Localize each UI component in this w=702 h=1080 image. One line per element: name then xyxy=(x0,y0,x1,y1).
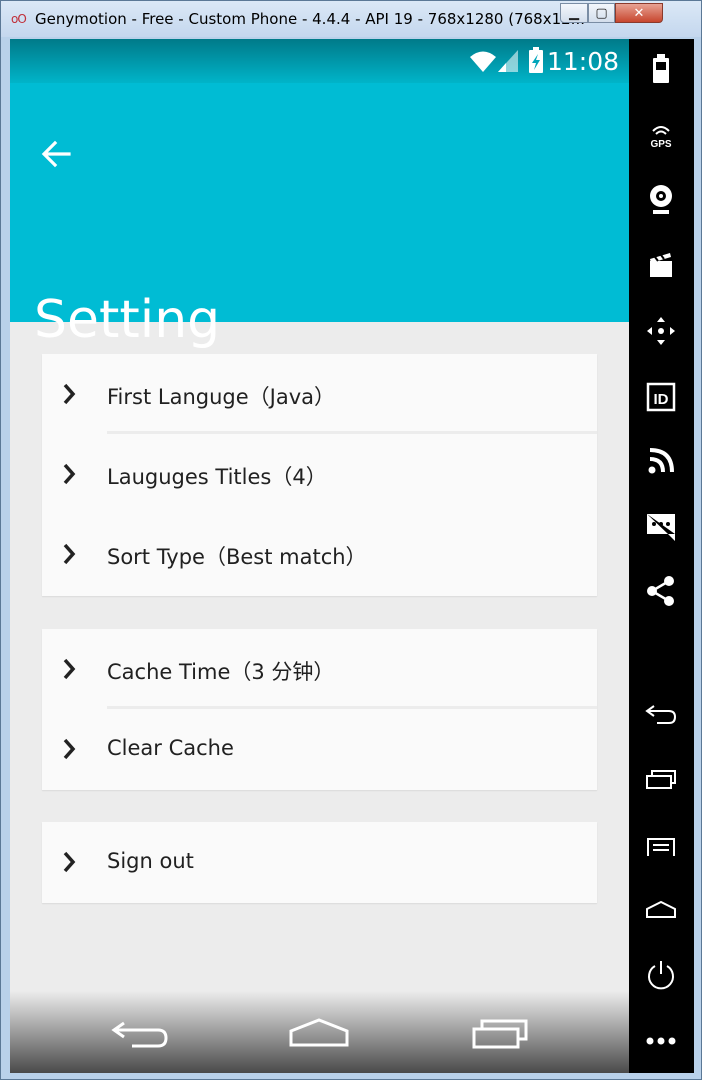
recent-apps-icon[interactable] xyxy=(470,1017,532,1051)
chevron-right-icon xyxy=(63,383,76,405)
chevron-right-icon xyxy=(63,543,76,565)
chevron-right-icon xyxy=(63,851,76,873)
chevron-right-icon xyxy=(63,738,76,760)
power-icon xyxy=(648,961,674,990)
network-tool[interactable] xyxy=(641,443,681,479)
setting-label: Sign out xyxy=(107,849,194,873)
page-title: Setting xyxy=(34,290,221,350)
menu-tool[interactable] xyxy=(641,829,681,865)
close-icon: ✕ xyxy=(633,5,645,21)
back-icon[interactable] xyxy=(110,1017,170,1051)
settings-group-cache: Cache Time（3 分钟） Clear Cache xyxy=(42,629,597,790)
wifi-icon xyxy=(470,51,496,72)
genymotion-logo-icon: oO xyxy=(11,12,27,26)
sms-icon xyxy=(647,514,675,541)
emulator-window: oO Genymotion - Free - Custom Phone - 4.… xyxy=(0,0,702,1080)
title-bar[interactable]: oO Genymotion - Free - Custom Phone - 4.… xyxy=(1,1,701,37)
signal-icon xyxy=(498,50,518,72)
minimize-icon: ▁ xyxy=(569,5,579,21)
home-icon[interactable] xyxy=(288,1017,350,1051)
more-tool[interactable] xyxy=(641,1023,681,1059)
settings-group-account: Sign out xyxy=(42,822,597,903)
rss-icon xyxy=(648,448,674,474)
gps-icon: GPS xyxy=(650,126,672,150)
recent-apps-icon xyxy=(646,770,676,789)
app-bar: Setting xyxy=(10,83,629,350)
more-icon xyxy=(646,1037,676,1045)
video-capture-tool[interactable] xyxy=(641,247,681,283)
power-tool[interactable] xyxy=(641,957,681,993)
setting-sign-out[interactable]: Sign out xyxy=(42,822,597,902)
webcam-icon xyxy=(650,185,672,214)
setting-first-language[interactable]: First Languge（Java） xyxy=(42,354,597,434)
back-icon xyxy=(645,705,677,724)
emulator-tool-panel: GPS ID xyxy=(629,39,694,1073)
gps-tool[interactable]: GPS xyxy=(641,117,681,153)
setting-label: Sort Type（Best match） xyxy=(107,545,367,569)
back-arrow-icon[interactable] xyxy=(38,136,74,172)
maximize-button[interactable]: ▢ xyxy=(588,3,615,23)
id-icon: ID xyxy=(646,382,676,412)
close-button[interactable]: ✕ xyxy=(615,3,663,23)
window-title: Genymotion - Free - Custom Phone - 4.4.4… xyxy=(35,10,585,28)
gps-label: GPS xyxy=(650,139,671,150)
status-clock: 11:08 xyxy=(546,47,619,76)
webcam-tool[interactable] xyxy=(641,181,681,217)
battery-tool[interactable] xyxy=(641,51,681,87)
id-label: ID xyxy=(654,391,669,408)
setting-label: Clear Cache xyxy=(107,736,234,760)
setting-label: First Languge（Java） xyxy=(107,385,335,409)
minimize-button[interactable]: ▁ xyxy=(560,3,588,23)
share-tool[interactable] xyxy=(641,573,681,609)
chevron-right-icon xyxy=(63,658,76,680)
phone-screen: 11:08 Setting First Languge（Java） Laugug… xyxy=(10,39,629,1073)
chevron-right-icon xyxy=(63,463,76,485)
navigation-bar xyxy=(10,991,629,1073)
device-id-tool[interactable]: ID xyxy=(641,379,681,415)
status-icons xyxy=(470,47,543,73)
home-icon xyxy=(646,900,676,918)
setting-label: Cache Time（3 分钟） xyxy=(107,660,335,684)
home-tool[interactable] xyxy=(641,891,681,927)
back-tool[interactable] xyxy=(641,697,681,733)
share-icon xyxy=(647,576,674,606)
settings-group-general: First Languge（Java） Lauguges Titles（4） S… xyxy=(42,354,597,596)
phone-sms-tool[interactable] xyxy=(641,509,681,545)
battery-charging-icon xyxy=(529,47,543,73)
status-bar: 11:08 xyxy=(10,39,629,83)
setting-label: Lauguges Titles（4） xyxy=(107,465,327,489)
setting-cache-time[interactable]: Cache Time（3 分钟） xyxy=(42,629,597,709)
battery-icon xyxy=(653,54,669,83)
setting-clear-cache[interactable]: Clear Cache xyxy=(42,709,597,789)
dpad-icon xyxy=(647,317,675,345)
dpad-tool[interactable] xyxy=(641,313,681,349)
setting-language-titles[interactable]: Lauguges Titles（4） xyxy=(42,434,597,514)
clapperboard-icon xyxy=(650,253,672,277)
maximize-icon: ▢ xyxy=(595,5,608,21)
menu-icon xyxy=(647,838,675,856)
setting-sort-type[interactable]: Sort Type（Best match） xyxy=(42,514,597,594)
recent-apps-tool[interactable] xyxy=(641,761,681,797)
